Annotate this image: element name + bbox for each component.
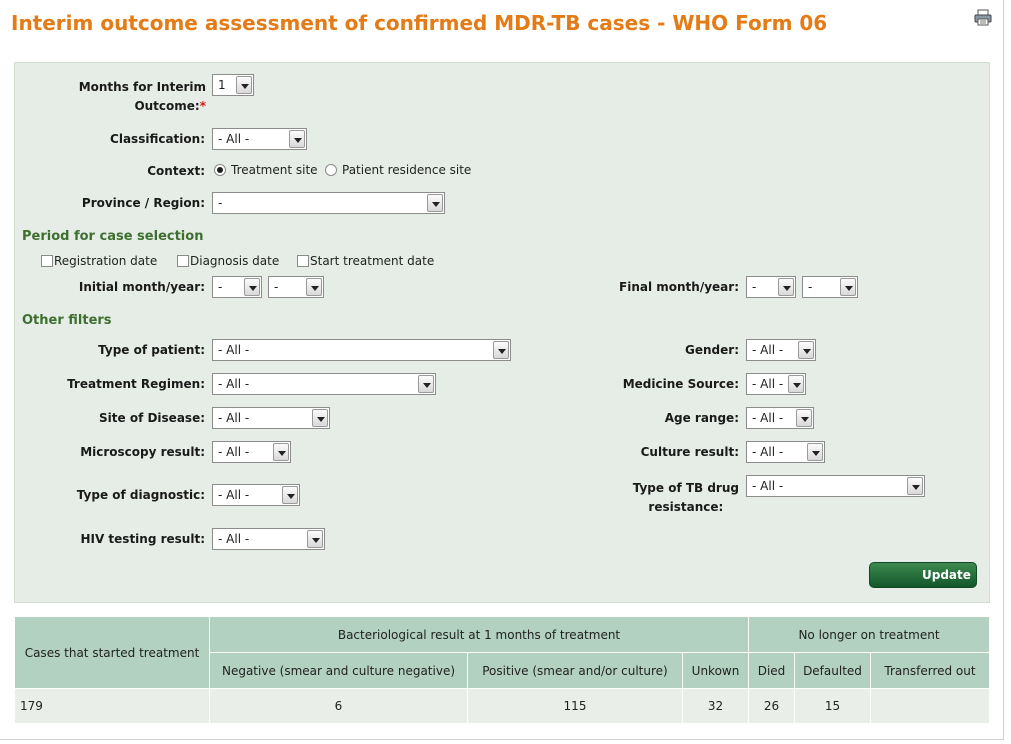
col-positive: Positive (smear and/or culture) xyxy=(467,652,683,689)
months-label: Months for Interim Outcome:* xyxy=(60,78,206,116)
hiv-select[interactable]: - All - xyxy=(212,528,325,550)
printer-icon[interactable] xyxy=(974,9,992,26)
chevron-down-icon xyxy=(796,409,812,427)
chevron-down-icon xyxy=(273,443,289,461)
radio-unchecked-icon xyxy=(325,164,337,176)
chevron-down-icon xyxy=(282,486,298,504)
months-select[interactable]: 1 xyxy=(212,74,254,96)
classification-label: Classification: xyxy=(110,132,205,146)
hiv-label: HIV testing result: xyxy=(80,532,205,546)
update-button[interactable]: Update xyxy=(869,562,977,588)
classification-select[interactable]: - All - xyxy=(212,128,307,150)
chevron-down-icon xyxy=(788,375,804,393)
checkbox-diagnosis-date[interactable]: Diagnosis date xyxy=(177,254,279,268)
radio-patient-residence-site[interactable]: Patient residence site xyxy=(325,163,471,177)
drug-resistance-select[interactable]: - All - xyxy=(746,475,925,497)
cell-transferred-out xyxy=(870,688,990,724)
gender-label: Gender: xyxy=(685,343,739,357)
months-label-line1: Months for Interim xyxy=(78,80,206,94)
chevron-down-icon xyxy=(798,341,814,359)
radio-checked-icon xyxy=(214,164,226,176)
cell-unknown: 32 xyxy=(682,688,749,724)
checkbox-icon xyxy=(297,255,309,267)
chevron-down-icon xyxy=(778,278,794,296)
group-no-longer-on-treatment: No longer on treatment xyxy=(748,616,990,653)
chevron-down-icon xyxy=(493,341,509,359)
diagnostic-label: Type of diagnostic: xyxy=(76,488,205,502)
drug-resistance-label-line2: resistance: xyxy=(648,500,724,514)
site-select[interactable]: - All - xyxy=(212,407,330,429)
final-year-select[interactable]: - xyxy=(802,276,858,298)
cell-cases: 179 xyxy=(14,688,210,724)
cell-defaulted: 15 xyxy=(794,688,871,724)
chevron-down-icon xyxy=(244,278,260,296)
chevron-down-icon xyxy=(289,130,305,148)
col-negative: Negative (smear and culture negative) xyxy=(209,652,468,689)
chevron-down-icon xyxy=(307,530,323,548)
microscopy-select[interactable]: - All - xyxy=(212,441,291,463)
drug-resistance-label-line1: Type of TB drug xyxy=(632,481,739,495)
chevron-down-icon xyxy=(418,375,434,393)
months-label-line2: Outcome:* xyxy=(134,99,206,113)
cell-positive: 115 xyxy=(467,688,683,724)
context-label: Context: xyxy=(147,164,205,178)
regimen-select[interactable]: - All - xyxy=(212,373,436,395)
chevron-down-icon xyxy=(907,477,923,495)
site-label: Site of Disease: xyxy=(99,411,205,425)
medicine-source-select[interactable]: - All - xyxy=(746,373,806,395)
culture-label: Culture result: xyxy=(640,445,739,459)
page-title: Interim outcome assessment of confirmed … xyxy=(11,11,828,35)
culture-select[interactable]: - All - xyxy=(746,441,825,463)
microscopy-label: Microscopy result: xyxy=(80,445,205,459)
other-filters-heading: Other filters xyxy=(22,313,112,328)
table-row: 179 6 115 32 26 15 xyxy=(14,688,990,724)
patient-type-select[interactable]: - All - xyxy=(212,339,511,361)
results-table: Cases that started treatment Bacteriolog… xyxy=(14,616,990,724)
required-mark: * xyxy=(199,99,206,113)
final-month-select[interactable]: - xyxy=(746,276,796,298)
age-range-select[interactable]: - All - xyxy=(746,407,814,429)
cell-negative: 6 xyxy=(209,688,468,724)
cell-died: 26 xyxy=(748,688,795,724)
diagnostic-select[interactable]: - All - xyxy=(212,484,300,506)
chevron-down-icon xyxy=(306,278,322,296)
checkbox-start-treatment-date[interactable]: Start treatment date xyxy=(297,254,434,268)
chevron-down-icon xyxy=(427,194,443,212)
initial-month-select[interactable]: - xyxy=(212,276,262,298)
initial-year-select[interactable]: - xyxy=(268,276,324,298)
checkbox-icon xyxy=(41,255,53,267)
chevron-down-icon xyxy=(312,409,328,427)
col-died: Died xyxy=(748,652,795,689)
gender-select[interactable]: - All - xyxy=(746,339,816,361)
age-range-label: Age range: xyxy=(664,411,739,425)
chevron-down-icon xyxy=(840,278,856,296)
initial-month-year-label: Initial month/year: xyxy=(78,280,205,294)
final-month-year-label: Final month/year: xyxy=(619,280,739,294)
patient-type-label: Type of patient: xyxy=(98,343,205,357)
col-unknown: Unkown xyxy=(682,652,749,689)
chevron-down-icon xyxy=(236,76,252,94)
period-heading: Period for case selection xyxy=(22,229,204,244)
drug-resistance-label: Type of TB drug resistance: xyxy=(633,479,739,517)
province-label: Province / Region: xyxy=(81,196,205,210)
regimen-label: Treatment Regimen: xyxy=(67,377,205,391)
group-bacteriological: Bacteriological result at 1 months of tr… xyxy=(209,616,749,653)
checkbox-icon xyxy=(177,255,189,267)
chevron-down-icon xyxy=(807,443,823,461)
col-transferred-out: Transferred out xyxy=(870,652,990,689)
radio-treatment-site[interactable]: Treatment site xyxy=(214,163,318,177)
col-defaulted: Defaulted xyxy=(794,652,871,689)
province-select[interactable]: - xyxy=(212,192,445,214)
medicine-source-label: Medicine Source: xyxy=(622,377,739,391)
col-cases-started: Cases that started treatment xyxy=(14,616,210,689)
checkbox-registration-date[interactable]: Registration date xyxy=(41,254,157,268)
